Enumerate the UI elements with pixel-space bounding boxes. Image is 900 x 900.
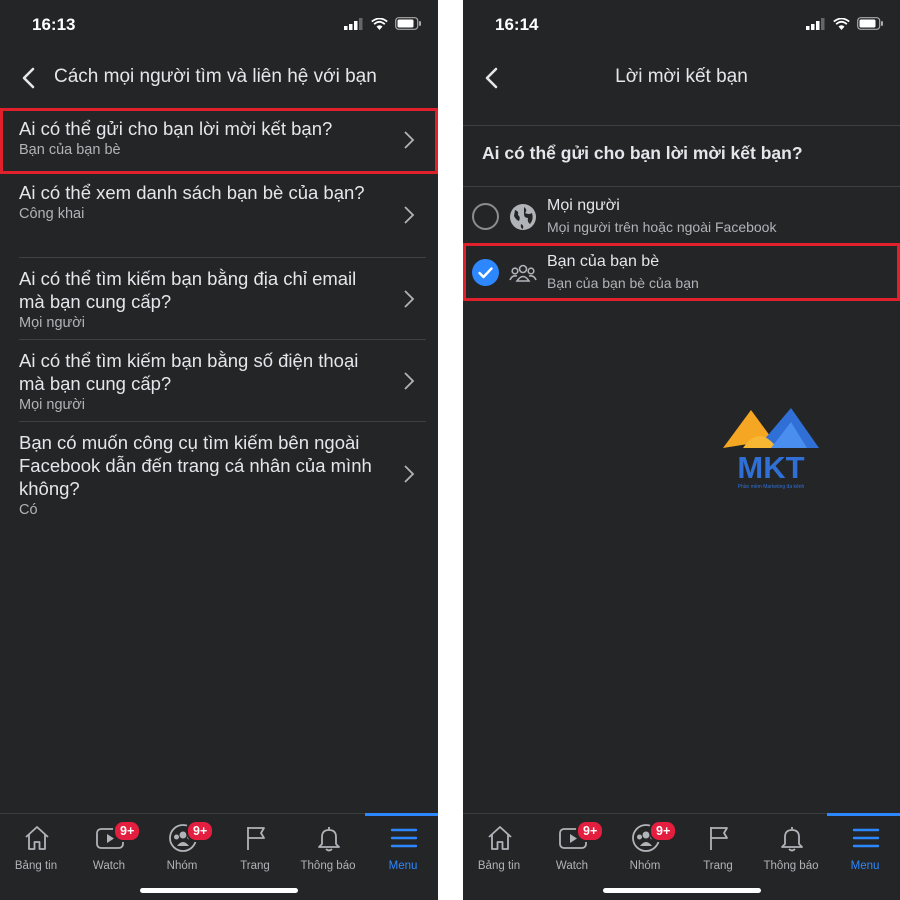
tab-watch[interactable]: 9+ Watch xyxy=(536,814,608,884)
setting-question: Bạn có muốn công cụ tìm kiếm bên ngoài F… xyxy=(19,432,372,499)
setting-email-lookup[interactable]: Ai có thể tìm kiếm bạn bằng địa chỉ emai… xyxy=(0,258,438,340)
logo-text: MKT xyxy=(737,450,804,485)
menu-icon xyxy=(390,828,418,848)
status-time: 16:13 xyxy=(32,15,76,34)
setting-search-engine[interactable]: Bạn có muốn công cụ tìm kiếm bên ngoài F… xyxy=(0,422,438,526)
chevron-right-icon xyxy=(404,290,415,308)
setting-value: Mọi người xyxy=(19,397,85,413)
tab-label: Menu xyxy=(388,860,418,872)
option-friends-of-friends[interactable]: Bạn của bạn bè Bạn của bạn bè của bạn xyxy=(463,246,900,300)
mkt-logo: MKT Phần mềm Marketing đa kênh xyxy=(721,406,821,492)
logo-tagline: Phần mềm Marketing đa kênh xyxy=(738,484,805,490)
tab-label: Menu xyxy=(850,860,880,872)
setting-question: Ai có thể tìm kiếm bạn bằng địa chỉ emai… xyxy=(19,268,357,312)
page-header: Cách mọi người tìm và liên hệ với bạn xyxy=(0,55,438,101)
divider xyxy=(463,125,900,126)
chevron-right-icon xyxy=(404,131,415,149)
back-arrow-icon[interactable] xyxy=(18,65,40,91)
tab-menu[interactable]: Menu xyxy=(827,813,900,884)
bottom-tab-bar: Bảng tin 9+ Watch 9+ Nhóm Trang Thông bá… xyxy=(0,813,438,900)
notification-badge: 9+ xyxy=(576,820,605,842)
page-header: Lời mời kết bạn xyxy=(463,55,900,101)
status-bar: 16:13 xyxy=(0,0,438,50)
setting-friends-list[interactable]: Ai có thể xem danh sách bạn bè của bạn? … xyxy=(0,172,438,258)
tab-menu[interactable]: Menu xyxy=(365,813,438,884)
globe-icon xyxy=(510,204,536,230)
divider xyxy=(463,186,900,187)
flag-icon xyxy=(247,827,265,850)
tab-thong-bao[interactable]: Thông báo xyxy=(755,814,827,884)
option-title: Bạn của bạn bè xyxy=(547,253,660,270)
mkt-logo-graphic: MKT Phần mềm Marketing đa kênh xyxy=(723,408,819,490)
home-icon xyxy=(488,826,512,850)
tab-trang[interactable]: Trang xyxy=(219,814,291,884)
setting-phone-lookup[interactable]: Ai có thể tìm kiếm bạn bằng số điện thoạ… xyxy=(0,340,438,422)
chevron-right-icon xyxy=(404,206,415,224)
home-indicator xyxy=(602,888,761,893)
option-everyone[interactable]: Mọi người Mọi người trên hoặc ngoài Face… xyxy=(463,190,900,244)
tab-label: Nhóm xyxy=(629,860,661,872)
check-icon xyxy=(478,267,493,279)
tab-label: Watch xyxy=(555,860,589,872)
battery-icon xyxy=(857,17,883,30)
privacy-settings-list: Ai có thể gửi cho bạn lời mời kết bạn? B… xyxy=(0,108,438,526)
tab-bang-tin[interactable]: Bảng tin xyxy=(0,814,72,884)
tab-label: Thông báo xyxy=(300,860,356,872)
signal-icon xyxy=(344,17,363,30)
option-subtitle: Bạn của bạn bè của bạn xyxy=(547,275,699,291)
page-title: Lời mời kết bạn xyxy=(615,66,748,87)
option-subtitle: Mọi người trên hoặc ngoài Facebook xyxy=(547,219,777,235)
section-question: Ai có thể gửi cho bạn lời mời kết bạn? xyxy=(482,143,803,163)
tab-label: Thông báo xyxy=(763,860,819,872)
radio-unselected[interactable] xyxy=(472,203,499,230)
tab-nhom[interactable]: 9+ Nhóm xyxy=(609,814,681,884)
tab-trang[interactable]: Trang xyxy=(682,814,754,884)
signal-icon xyxy=(806,17,825,30)
tab-label: Nhóm xyxy=(166,860,198,872)
setting-value: Có xyxy=(19,502,38,518)
radio-selected[interactable] xyxy=(472,259,499,286)
chevron-right-icon xyxy=(404,372,415,390)
setting-question: Ai có thể tìm kiếm bạn bằng số điện thoạ… xyxy=(19,350,359,394)
tab-label: Trang xyxy=(703,860,733,872)
friends-icon xyxy=(509,264,537,282)
tab-label: Watch xyxy=(92,860,126,872)
option-title: Mọi người xyxy=(547,197,620,214)
flag-icon xyxy=(710,827,728,850)
notification-badge: 9+ xyxy=(113,820,142,842)
tab-watch[interactable]: 9+ Watch xyxy=(73,814,145,884)
setting-value: Mọi người xyxy=(19,315,85,331)
tab-bang-tin[interactable]: Bảng tin xyxy=(463,814,535,884)
setting-question: Ai có thể xem danh sách bạn bè của bạn? xyxy=(19,182,365,203)
menu-icon xyxy=(852,828,880,848)
right-phone-screen: 16:14 Lời mời kết bạn Ai có thể gửi cho … xyxy=(463,0,900,900)
chevron-right-icon xyxy=(404,465,415,483)
status-bar: 16:14 xyxy=(463,0,900,50)
battery-icon xyxy=(395,17,421,30)
home-icon xyxy=(25,826,49,850)
setting-value: Bạn của bạn bè xyxy=(19,142,121,158)
left-phone-screen: 16:13 Cách mọi người tìm và liên hệ với … xyxy=(0,0,438,900)
home-indicator xyxy=(140,888,298,893)
notification-badge: 9+ xyxy=(649,820,678,842)
setting-value: Công khai xyxy=(19,206,85,222)
notification-badge: 9+ xyxy=(186,820,215,842)
page-title: Cách mọi người tìm và liên hệ với bạn xyxy=(54,66,377,87)
setting-question: Ai có thể gửi cho bạn lời mời kết bạn? xyxy=(19,118,333,139)
wifi-icon xyxy=(833,17,850,30)
bell-icon xyxy=(781,827,803,852)
setting-friend-requests[interactable]: Ai có thể gửi cho bạn lời mời kết bạn? B… xyxy=(0,108,438,172)
tab-label: Trang xyxy=(240,860,270,872)
wifi-icon xyxy=(371,17,388,30)
status-time: 16:14 xyxy=(495,15,539,34)
tab-thong-bao[interactable]: Thông báo xyxy=(292,814,364,884)
bell-icon xyxy=(318,827,340,852)
bottom-tab-bar: Bảng tin 9+ Watch 9+ Nhóm Trang Thông bá… xyxy=(463,813,900,900)
tab-nhom[interactable]: 9+ Nhóm xyxy=(146,814,218,884)
